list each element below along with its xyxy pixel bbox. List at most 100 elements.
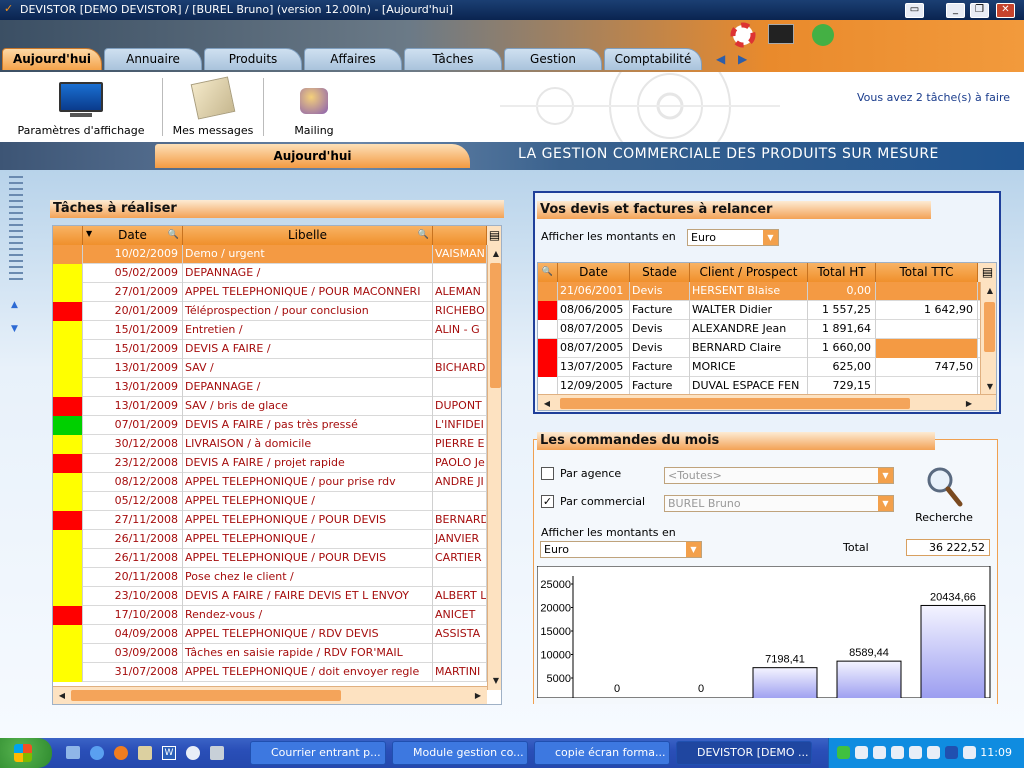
task-row[interactable]: 13/01/2009 DEPANNAGE /: [53, 378, 487, 397]
column-chooser-icon[interactable]: ▤: [487, 226, 501, 245]
tab-produits[interactable]: Produits: [204, 48, 302, 70]
quote-row[interactable]: 08/07/2005 Devis ALEXANDRE Jean 1 891,64: [538, 320, 980, 339]
quote-row[interactable]: 13/07/2005 Facture MORICE 625,00 747,50: [538, 358, 980, 377]
calculator-icon[interactable]: [210, 746, 224, 760]
close-button[interactable]: ✕: [996, 3, 1015, 18]
task-row[interactable]: 13/01/2009 SAV / BICHARD: [53, 359, 487, 378]
scroll-down-icon[interactable]: ▼: [11, 324, 18, 334]
task-row[interactable]: 27/11/2008 APPEL TELEPHONIQUE / POUR DEVI…: [53, 511, 487, 530]
task-row[interactable]: 23/10/2008 DEVIS A FAIRE / FAIRE DEVIS ET…: [53, 587, 487, 606]
app-icon[interactable]: [138, 746, 152, 760]
task-row[interactable]: 07/01/2009 DEVIS A FAIRE / pas très press…: [53, 416, 487, 435]
display-settings-button[interactable]: Paramètres d'affichage: [12, 72, 150, 142]
task-label: DEVIS A FAIRE /: [183, 340, 433, 359]
scroll-up-icon[interactable]: ▲: [11, 300, 18, 310]
quote-row[interactable]: 08/06/2005 Facture WALTER Didier 1 557,25 1 …: [538, 301, 980, 320]
task-row[interactable]: 03/09/2008 Tâches en saisie rapide / RDV …: [53, 644, 487, 663]
firefox-icon[interactable]: [114, 746, 128, 760]
task-row[interactable]: 26/11/2008 APPEL TELEPHONIQUE / POUR DEVI…: [53, 549, 487, 568]
desktop-icon[interactable]: [66, 746, 80, 759]
task-row[interactable]: 08/12/2008 APPEL TELEPHONIQUE / pour pris…: [53, 473, 487, 492]
messages-button[interactable]: Mes messages: [166, 72, 260, 142]
label-column-header[interactable]: Libelle 🔍: [183, 226, 433, 245]
internet-explorer-icon[interactable]: [90, 746, 104, 760]
tab-affaires[interactable]: Affaires: [304, 48, 402, 70]
task-row[interactable]: 20/11/2008 Pose chez le client /: [53, 568, 487, 587]
search-icon[interactable]: 🔍: [538, 263, 558, 282]
search-button[interactable]: Recherche: [910, 462, 978, 526]
task-status-indicator: [53, 663, 83, 682]
search-icon[interactable]: 🔍: [168, 226, 179, 245]
task-row[interactable]: 20/01/2009 Téléprospection / pour conclus…: [53, 302, 487, 321]
quote-client-column-header[interactable]: Client / Prospect: [690, 263, 808, 282]
taskbar-task-courrier[interactable]: Courrier entrant p...: [250, 741, 386, 765]
minimize-button[interactable]: _: [946, 3, 965, 18]
tray-app-icon[interactable]: [873, 746, 886, 759]
status-column-header[interactable]: [53, 226, 83, 245]
date-column-header[interactable]: ▼ Date 🔍: [83, 226, 183, 245]
task-row[interactable]: 10/02/2009 Demo / urgent VAISMAN: [53, 245, 487, 264]
task-row[interactable]: 15/01/2009 Entretien / ALIN - G: [53, 321, 487, 340]
tab-gestion[interactable]: Gestion: [504, 48, 602, 70]
tray-volume-icon[interactable]: [927, 746, 940, 759]
quotes-currency-select[interactable]: Euro ▼: [687, 229, 779, 246]
taskbar-task-devistor[interactable]: DEVISTOR [DEMO ...: [676, 741, 812, 765]
task-row[interactable]: 31/07/2008 APPEL TELEPHONIQUE / doit envo…: [53, 663, 487, 682]
tray-app-icon[interactable]: [837, 746, 850, 759]
taskbar-task-module[interactable]: Module gestion co...: [392, 741, 528, 765]
tray-app-icon[interactable]: [963, 746, 976, 759]
by-salesperson-checkbox[interactable]: ✓: [541, 495, 554, 508]
salesperson-select[interactable]: BUREL Bruno ▼: [664, 495, 894, 512]
refresh-icon[interactable]: [812, 24, 834, 46]
tab-comptabilite[interactable]: Comptabilité: [604, 48, 702, 70]
tray-app-icon[interactable]: [855, 746, 868, 759]
taskbar-task-copie[interactable]: copie écran forma...: [534, 741, 670, 765]
task-row[interactable]: 04/09/2008 APPEL TELEPHONIQUE / RDV DEVIS…: [53, 625, 487, 644]
search-icon[interactable]: 🔍: [418, 226, 429, 245]
tray-app-icon[interactable]: [891, 746, 904, 759]
by-agency-checkbox[interactable]: [541, 467, 554, 480]
task-label: APPEL TELEPHONIQUE / RDV DEVIS: [183, 625, 433, 644]
task-row[interactable]: 15/01/2009 DEVIS A FAIRE /: [53, 340, 487, 359]
quote-total-ht-column-header[interactable]: Total HT: [808, 263, 876, 282]
word-icon[interactable]: W: [162, 746, 176, 760]
tab-annuaire[interactable]: Annuaire: [104, 48, 202, 70]
task-row[interactable]: 05/12/2008 APPEL TELEPHONIQUE /: [53, 492, 487, 511]
tab-taches[interactable]: Tâches: [404, 48, 502, 70]
monitor-icon[interactable]: [768, 24, 794, 44]
maximize-button[interactable]: ❐: [970, 3, 989, 18]
tabs-scroll-left-icon[interactable]: ◀: [716, 52, 725, 66]
task-row[interactable]: 23/12/2008 DEVIS A FAIRE / projet rapide P…: [53, 454, 487, 473]
task-row[interactable]: 05/02/2009 DEPANNAGE /: [53, 264, 487, 283]
tray-app-icon[interactable]: [945, 746, 958, 759]
quotes-horizontal-scrollbar[interactable]: ◀ ▶: [538, 394, 996, 410]
task-row[interactable]: 27/01/2009 APPEL TELEPHONIQUE / POUR MACO…: [53, 283, 487, 302]
client-column-header[interactable]: [433, 226, 487, 245]
quote-stage-column-header[interactable]: Stade: [630, 263, 690, 282]
media-player-icon[interactable]: [186, 746, 200, 760]
mailing-button[interactable]: Mailing: [270, 72, 358, 142]
tasks-horizontal-scrollbar[interactable]: ◀ ▶: [53, 686, 487, 704]
tasks-vertical-scrollbar[interactable]: ▲ ▼: [487, 245, 501, 690]
task-row[interactable]: 26/11/2008 APPEL TELEPHONIQUE / JANVIER: [53, 530, 487, 549]
quote-client: MORICE: [690, 358, 808, 377]
quote-date-column-header[interactable]: Date: [558, 263, 630, 282]
task-row[interactable]: 13/01/2009 SAV / bris de glace DUPONT: [53, 397, 487, 416]
column-chooser-icon[interactable]: ▤: [978, 263, 996, 282]
task-date: 15/01/2009: [83, 340, 183, 359]
quote-row[interactable]: 21/06/2001 Devis HERSENT Blaise 0,00: [538, 282, 980, 301]
tabs-scroll-right-icon[interactable]: ▶: [738, 52, 747, 66]
start-button[interactable]: [0, 738, 52, 768]
agency-select[interactable]: <Toutes> ▼: [664, 467, 894, 484]
tab-aujourdhui[interactable]: Aujourd'hui: [2, 48, 102, 70]
quote-row[interactable]: 08/07/2005 Devis BERNARD Claire 1 660,00: [538, 339, 980, 358]
tasks-notice[interactable]: Vous avez 2 tâche(s) à faire: [857, 91, 1010, 104]
task-row[interactable]: 30/12/2008 LIVRAISON / à domicile PIERRE E: [53, 435, 487, 454]
quote-total-ttc-column-header[interactable]: Total TTC: [876, 263, 978, 282]
restore-icon[interactable]: ▭: [905, 3, 924, 18]
tray-network-icon[interactable]: [909, 746, 922, 759]
quotes-vertical-scrollbar[interactable]: ▲ ▼: [980, 282, 996, 396]
lifebuoy-icon[interactable]: [730, 22, 756, 48]
orders-currency-select[interactable]: Euro ▼: [540, 541, 702, 558]
task-row[interactable]: 17/10/2008 Rendez-vous / ANICET: [53, 606, 487, 625]
